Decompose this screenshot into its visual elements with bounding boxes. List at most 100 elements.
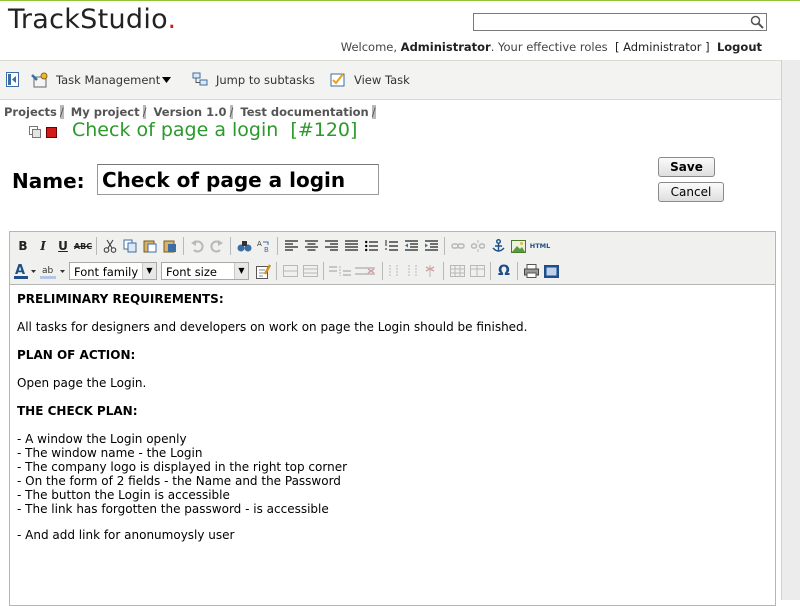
chevron-down-icon: ▼ bbox=[234, 263, 248, 279]
toggle-panel-button[interactable] bbox=[6, 72, 26, 87]
align-right-icon bbox=[324, 240, 338, 251]
indent-button[interactable] bbox=[421, 236, 441, 256]
breadcrumb-test-documentation[interactable]: Test documentation bbox=[240, 105, 368, 119]
breadcrumb-version[interactable]: Version 1.0 bbox=[154, 105, 227, 119]
jump-to-subtasks-link[interactable]: Jump to subtasks bbox=[192, 72, 315, 87]
find-button[interactable] bbox=[234, 236, 254, 256]
insert-row-after-button[interactable] bbox=[300, 261, 320, 281]
align-left-button[interactable] bbox=[281, 236, 301, 256]
paragraph: All tasks for designers and developers o… bbox=[17, 320, 528, 334]
welcome-bar: Welcome, Administrator. Your effective r… bbox=[341, 40, 762, 54]
printer-icon bbox=[523, 264, 539, 278]
chevron-down-icon: ▼ bbox=[142, 263, 156, 279]
paste-word-button[interactable] bbox=[160, 236, 180, 256]
insert-table-button[interactable] bbox=[447, 261, 467, 281]
search-icon[interactable] bbox=[750, 15, 764, 29]
image-button[interactable] bbox=[508, 236, 528, 256]
font-size-select[interactable]: Font size ▼ bbox=[161, 262, 249, 280]
check-plan-list: - A window the Login openly - The window… bbox=[17, 432, 762, 516]
scissors-icon bbox=[103, 239, 117, 253]
paragraph: - And add link for anonumoysly user bbox=[17, 528, 235, 542]
save-button[interactable]: Save bbox=[658, 157, 715, 177]
list-item: - A window the Login openly bbox=[17, 432, 187, 446]
cancel-button[interactable]: Cancel bbox=[658, 182, 724, 202]
description-editor: B I U ABC AB HTML A ab Font family ▼ Fon… bbox=[9, 231, 776, 606]
bullet-list-icon bbox=[364, 240, 378, 252]
replace-icon: AB bbox=[257, 240, 269, 253]
chevron-down-icon bbox=[162, 76, 172, 83]
bold-button[interactable]: B bbox=[13, 236, 33, 256]
section-heading: PRELIMINARY REQUIREMENTS: bbox=[17, 292, 224, 306]
tools-icon bbox=[31, 72, 48, 88]
roles-text: . Your effective roles bbox=[490, 40, 608, 54]
view-task-label: View Task bbox=[354, 72, 410, 87]
align-justify-icon bbox=[344, 240, 358, 251]
vertical-scrollbar[interactable] bbox=[781, 60, 800, 600]
align-center-button[interactable] bbox=[301, 236, 321, 256]
split-cells-button[interactable] bbox=[327, 261, 353, 281]
text-color-button[interactable]: A bbox=[13, 261, 39, 281]
redo-icon bbox=[210, 240, 223, 253]
redo-button[interactable] bbox=[207, 236, 227, 256]
anchor-button[interactable] bbox=[488, 236, 508, 256]
paste-word-icon bbox=[163, 240, 176, 253]
task-number: [#120] bbox=[290, 119, 358, 141]
user-name: Administrator bbox=[400, 40, 491, 54]
undo-button[interactable] bbox=[187, 236, 207, 256]
search-input[interactable] bbox=[473, 13, 767, 31]
svg-text:B: B bbox=[264, 246, 269, 253]
split-cells-icon bbox=[329, 266, 351, 276]
unlink-icon bbox=[471, 240, 485, 252]
align-justify-button[interactable] bbox=[341, 236, 361, 256]
table-properties-icon bbox=[469, 265, 485, 277]
link-button[interactable] bbox=[448, 236, 468, 256]
unlink-button[interactable] bbox=[468, 236, 488, 256]
fullscreen-button[interactable] bbox=[541, 261, 561, 281]
list-item: - The link has forgotten the password - … bbox=[17, 502, 329, 516]
copy-icon bbox=[123, 239, 137, 253]
svg-text:A: A bbox=[257, 240, 262, 248]
role-link[interactable]: [ Administrator ] bbox=[615, 40, 710, 54]
editor-content[interactable]: PRELIMINARY REQUIREMENTS: All tasks for … bbox=[17, 292, 762, 556]
copy-button[interactable] bbox=[120, 236, 140, 256]
cut-button[interactable] bbox=[100, 236, 120, 256]
delete-column-button[interactable] bbox=[420, 261, 440, 281]
font-family-value: Font family bbox=[74, 265, 139, 279]
delete-row-button[interactable] bbox=[353, 261, 379, 281]
special-character-button[interactable]: Ω bbox=[494, 261, 514, 281]
name-field[interactable] bbox=[97, 164, 379, 195]
table-properties-button[interactable] bbox=[467, 261, 487, 281]
list-item: - The button the Login is accessible bbox=[17, 488, 230, 502]
view-task-icon bbox=[330, 73, 345, 87]
insert-column-button[interactable] bbox=[386, 261, 420, 281]
bullet-list-button[interactable] bbox=[361, 236, 381, 256]
numbered-list-button[interactable] bbox=[381, 236, 401, 256]
logout-link[interactable]: Logout bbox=[717, 40, 762, 54]
list-item: - The window name - the Login bbox=[17, 446, 203, 460]
view-task-link[interactable]: View Task bbox=[330, 72, 410, 87]
html-source-button[interactable]: HTML bbox=[528, 236, 552, 256]
priority-icon bbox=[46, 126, 57, 138]
paste-button[interactable] bbox=[140, 236, 160, 256]
task-title: Check of page a login [#120] bbox=[72, 119, 357, 141]
outdent-button[interactable] bbox=[401, 236, 421, 256]
binoculars-icon bbox=[237, 241, 251, 252]
insert-row-before-button[interactable] bbox=[280, 261, 300, 281]
breadcrumb-projects[interactable]: Projects bbox=[4, 105, 57, 119]
delete-column-icon bbox=[425, 265, 435, 277]
strikethrough-button[interactable]: ABC bbox=[73, 236, 93, 256]
print-button[interactable] bbox=[521, 261, 541, 281]
font-family-select[interactable]: Font family ▼ bbox=[69, 262, 157, 280]
trackstudio-logo[interactable]: TrackStudio. bbox=[8, 4, 176, 35]
table-icon bbox=[449, 265, 465, 277]
align-right-button[interactable] bbox=[321, 236, 341, 256]
task-management-menu[interactable]: Task Management bbox=[31, 72, 172, 88]
replace-button[interactable]: AB bbox=[254, 236, 274, 256]
breadcrumb-my-project[interactable]: My project bbox=[71, 105, 140, 119]
copy-task-icon[interactable] bbox=[29, 126, 41, 138]
background-color-button[interactable]: ab bbox=[39, 261, 69, 281]
edit-css-style-button[interactable] bbox=[253, 261, 273, 281]
underline-button[interactable]: U bbox=[53, 236, 73, 256]
outdent-icon bbox=[404, 240, 418, 251]
italic-button[interactable]: I bbox=[33, 236, 53, 256]
